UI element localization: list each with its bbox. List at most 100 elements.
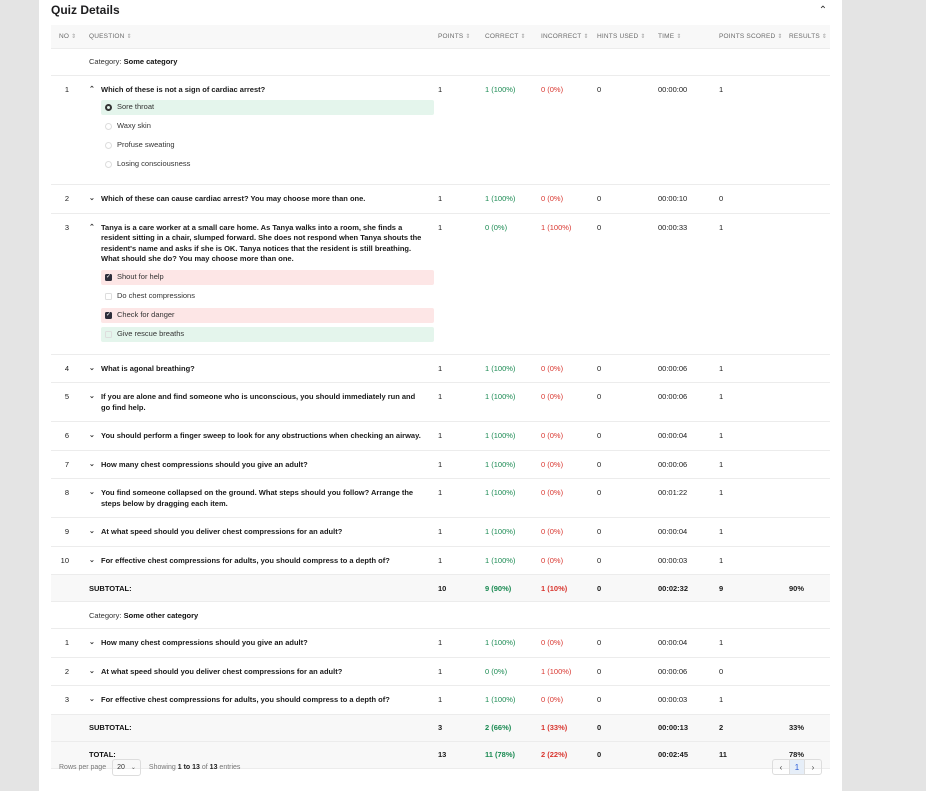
subtotal-incorrect: 1 (33%)	[541, 714, 597, 742]
chevron-down-icon[interactable]: ⌄	[89, 194, 101, 205]
hints-used-cell: 0	[597, 628, 658, 658]
question-text: You should perform a finger sweep to loo…	[101, 431, 421, 440]
category-name: Some other category	[123, 610, 199, 620]
question-row: 8 ⌄ You find someone collapsed on the grou…	[51, 478, 830, 518]
time-cell: 00:00:06	[658, 354, 719, 383]
hints-used-cell: 0	[597, 75, 658, 185]
subtotal-row: SUBTOTAL: 10 9 (90%) 1 (10%) 0 00:02:32 9 90%	[51, 574, 830, 602]
column-header-no[interactable]: NO ⇕	[51, 25, 89, 49]
column-header-question[interactable]: QUESTION ⇕	[89, 25, 438, 49]
results-cell	[789, 517, 830, 547]
column-header-points-scored[interactable]: POINTS SCORED ⇕	[719, 25, 789, 49]
chevron-down-icon[interactable]: ⌄	[89, 364, 101, 375]
incorrect-cell: 0 (0%)	[541, 628, 597, 658]
results-cell	[789, 382, 830, 422]
points-scored-cell: 0	[719, 184, 789, 214]
hints-used-cell: 0	[597, 657, 658, 686]
rows-per-page-select[interactable]: 20 ⌄	[112, 758, 141, 776]
sort-icon: ⇕	[676, 33, 682, 40]
incorrect-cell: 0 (0%)	[541, 546, 597, 575]
answer-option: Waxy skin	[101, 119, 434, 134]
answer-label: Waxy skin	[117, 121, 151, 131]
question-number: 5	[51, 382, 89, 422]
column-header-incorrect[interactable]: INCORRECT ⇕	[541, 25, 597, 49]
points-cell: 1	[438, 354, 485, 383]
chevron-down-icon[interactable]: ⌄	[89, 556, 101, 567]
question-number: 6	[51, 421, 89, 451]
chevron-down-icon[interactable]: ⌄	[89, 638, 101, 649]
rows-per-page-value: 20	[117, 763, 125, 771]
points-scored-cell: 1	[719, 685, 789, 715]
sort-icon: ⇕	[821, 33, 828, 40]
points-cell: 1	[438, 657, 485, 686]
hints-used-cell: 0	[597, 450, 658, 479]
subtotal-scored: 2	[719, 714, 789, 742]
chevron-down-icon[interactable]: ⌄	[89, 527, 101, 538]
sort-icon: ⇕	[640, 33, 646, 40]
chevron-up-icon[interactable]: ⌃	[89, 85, 101, 96]
results-cell	[789, 421, 830, 451]
incorrect-cell: 0 (0%)	[541, 354, 597, 383]
column-header-points[interactable]: POINTS ⇕	[438, 25, 485, 49]
correct-cell: 1 (100%)	[485, 628, 541, 658]
column-header-time[interactable]: TIME ⇕	[658, 25, 719, 49]
question-cell: ⌄ At what speed should you deliver chest …	[89, 517, 438, 547]
chevron-down-icon[interactable]: ⌄	[89, 460, 101, 471]
question-number: 1	[51, 75, 89, 185]
chevron-down-icon[interactable]: ⌄	[89, 488, 101, 499]
sort-icon: ⇕	[126, 33, 132, 40]
answer-option: Give rescue breaths	[101, 326, 434, 342]
question-line: ⌄ You find someone collapsed on the groun…	[89, 488, 422, 509]
quiz-details-table: NO ⇕ QUESTION ⇕ POINTS ⇕ CORRECT ⇕ INCORRECT…	[51, 25, 830, 769]
next-page-icon[interactable]: ›	[805, 760, 821, 774]
chevron-up-icon[interactable]: ⌃	[816, 5, 830, 16]
chevron-down-icon: ⌄	[130, 764, 136, 771]
subtotal-time: 00:02:32	[658, 574, 719, 602]
time-cell: 00:00:33	[658, 213, 719, 355]
prev-page-icon[interactable]: ‹	[773, 760, 789, 774]
incorrect-cell: 1 (100%)	[541, 657, 597, 686]
question-row: 2 ⌄ Which of these can cause cardiac arres…	[51, 184, 830, 214]
subtotal-points: 10	[438, 574, 485, 602]
sort-icon: ⇕	[583, 33, 589, 40]
chevron-up-icon[interactable]: ⌃	[89, 223, 101, 234]
correct-cell: 1 (100%)	[485, 184, 541, 214]
points-cell: 1	[438, 213, 485, 355]
chevron-down-icon[interactable]: ⌄	[89, 431, 101, 442]
points-cell: 1	[438, 517, 485, 547]
time-cell: 00:00:04	[658, 421, 719, 451]
incorrect-cell: 1 (100%)	[541, 213, 597, 355]
chevron-down-icon[interactable]: ⌄	[89, 695, 101, 706]
quiz-details-panel: Quiz Details ⌃ NO ⇕ QUESTION ⇕ POINTS ⇕ COR…	[39, 0, 842, 791]
question-line: ⌄ For effective chest compressions for ad…	[89, 556, 422, 567]
time-cell: 00:00:04	[658, 628, 719, 658]
column-header-hints-used[interactable]: HINTS USED ⇕	[597, 25, 658, 49]
correct-cell: 1 (100%)	[485, 382, 541, 422]
hints-used-cell: 0	[597, 685, 658, 715]
question-row: 1 ⌃ Which of these is not a sign of cardia…	[51, 75, 830, 185]
points-scored-cell: 1	[719, 628, 789, 658]
subtotal-scored: 9	[719, 574, 789, 602]
points-scored-cell: 1	[719, 478, 789, 518]
answer-label: Do chest compressions	[117, 290, 195, 300]
sort-icon: ⇕	[465, 33, 471, 40]
incorrect-cell: 0 (0%)	[541, 685, 597, 715]
time-cell: 00:00:03	[658, 685, 719, 715]
page-button-current[interactable]: 1	[789, 760, 805, 774]
column-header-correct[interactable]: CORRECT ⇕	[485, 25, 541, 49]
incorrect-cell: 0 (0%)	[541, 75, 597, 185]
category-prefix: Category:	[89, 57, 122, 66]
question-number: 4	[51, 354, 89, 383]
column-header-results[interactable]: RESULTS ⇕	[789, 25, 830, 49]
question-row: 3 ⌄ For effective chest compressions for a…	[51, 685, 830, 715]
chevron-down-icon[interactable]: ⌄	[89, 392, 101, 403]
question-row: 3 ⌃ Tanya is a care worker at a small care…	[51, 213, 830, 355]
results-cell	[789, 628, 830, 658]
answer-list: ✓ Shout for help Do chest compressions ✓ Che…	[101, 269, 434, 342]
chevron-down-icon[interactable]: ⌄	[89, 667, 101, 678]
question-number: 2	[51, 657, 89, 686]
sort-icon: ⇕	[520, 33, 526, 40]
time-cell: 00:01:22	[658, 478, 719, 518]
incorrect-cell: 0 (0%)	[541, 382, 597, 422]
question-line: ⌄ You should perform a finger sweep to lo…	[89, 431, 422, 442]
